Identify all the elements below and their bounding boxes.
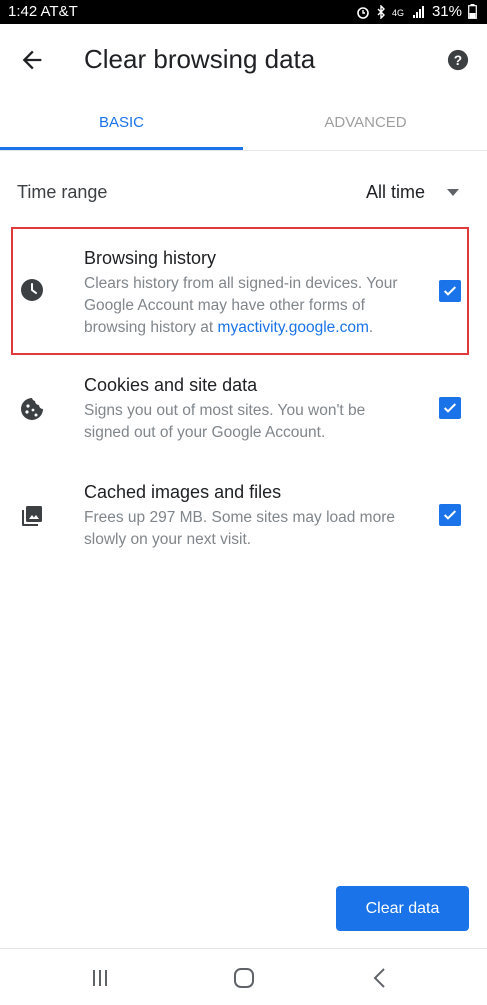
- recents-icon: [93, 970, 107, 986]
- cached-images-checkbox[interactable]: [439, 504, 461, 526]
- status-time-carrier: 1:42 AT&T: [8, 3, 78, 20]
- cached-images-item[interactable]: Cached images and files Frees up 297 MB.…: [0, 472, 487, 562]
- bottom-divider: [0, 948, 487, 949]
- battery-icon: [468, 4, 477, 19]
- cookies-checkbox[interactable]: [439, 397, 461, 419]
- page-title: Clear browsing data: [84, 44, 316, 74]
- home-button[interactable]: [230, 964, 258, 992]
- tab-bar: BASIC ADVANCED: [0, 96, 487, 151]
- cached-images-title: Cached images and files: [84, 482, 282, 502]
- bluetooth-icon: [377, 4, 385, 19]
- highlight-annotation: [11, 227, 469, 355]
- chevron-left-icon: [373, 968, 385, 988]
- svg-text:?: ?: [454, 53, 462, 68]
- signal-icon: [412, 5, 424, 18]
- alarm-icon: [357, 6, 369, 19]
- checkmark-icon: [443, 510, 457, 520]
- home-icon: [234, 968, 254, 988]
- back-button[interactable]: [18, 46, 46, 74]
- tab-advanced[interactable]: ADVANCED: [244, 96, 487, 150]
- checkmark-icon: [443, 403, 457, 413]
- help-button[interactable]: ?: [447, 49, 469, 71]
- status-bar: 1:42 AT&T 4G 31%: [0, 0, 487, 24]
- clear-data-button[interactable]: Clear data: [336, 886, 469, 931]
- images-icon: [22, 506, 42, 526]
- svg-text:4G: 4G: [392, 8, 404, 18]
- time-range-select[interactable]: All time: [366, 182, 425, 203]
- arrow-left-icon: [22, 50, 42, 70]
- status-icons: 4G 31%: [356, 3, 477, 20]
- dropdown-arrow-icon[interactable]: [447, 189, 459, 197]
- cookies-title: Cookies and site data: [84, 375, 258, 395]
- recents-button[interactable]: [86, 964, 114, 992]
- time-range-label: Time range: [17, 182, 108, 202]
- app-bar: Clear browsing data ?: [0, 24, 487, 96]
- battery-percent: 31%: [431, 3, 462, 20]
- cookies-description: Signs you out of most sites. You won't b…: [84, 402, 366, 441]
- cached-images-description: Frees up 297 MB. Some sites may load mor…: [84, 509, 395, 548]
- back-nav-button[interactable]: [366, 964, 394, 992]
- system-nav-bar: [0, 950, 487, 1005]
- 4g-icon: 4G: [392, 8, 404, 18]
- tab-basic[interactable]: BASIC: [0, 96, 243, 150]
- tab-indicator: [0, 147, 243, 150]
- time-range-row[interactable]: Time range All time: [0, 165, 487, 221]
- help-circle-icon: ?: [447, 49, 469, 71]
- cookie-icon: [21, 398, 43, 420]
- cookies-item[interactable]: Cookies and site data Signs you out of m…: [0, 365, 487, 455]
